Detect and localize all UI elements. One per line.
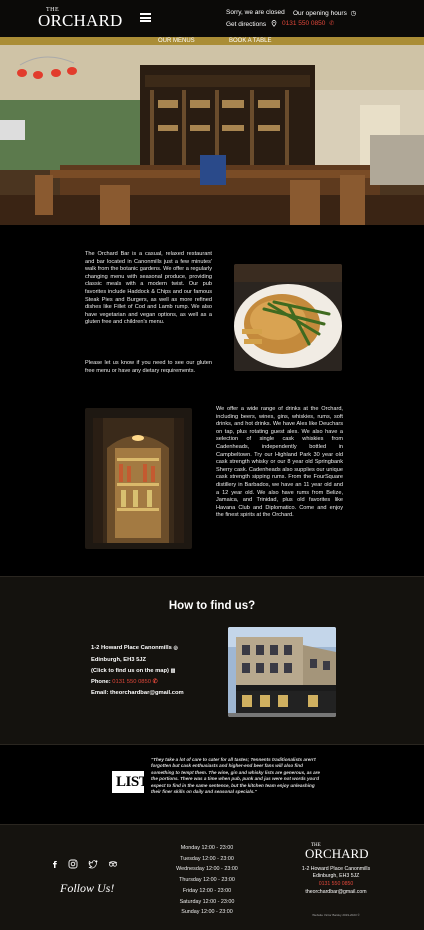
site-header: THE ORCHARD Sorry, we are closed Our ope… <box>0 0 424 37</box>
location-pin-icon <box>271 20 277 27</box>
header-phone-link[interactable]: 0131 550 0850 ✆ <box>282 20 334 27</box>
menu-icon[interactable] <box>140 13 151 22</box>
hours-monday: Monday 12:00 - 23:00 <box>180 845 234 851</box>
find-phone-row: Phone: 0131 550 0850 ✆ <box>91 679 157 685</box>
phone-label: Phone: <box>91 679 111 685</box>
clock-icon: ◷ <box>350 10 357 17</box>
instagram-icon[interactable] <box>68 859 78 869</box>
dietary-text: Please let us know if you need to see ou… <box>85 360 212 374</box>
review-quote: "They take a lot of care to cater for al… <box>151 757 320 795</box>
logo-orchard: ORCHARD <box>38 11 123 30</box>
the-list-logo: LIST <box>112 771 149 793</box>
find-phone-link[interactable]: 0131 550 0850 <box>112 679 151 685</box>
pie-photo <box>234 264 342 371</box>
hours-sunday: Sunday 12:00 - 23:00 <box>181 909 233 916</box>
footer-logo-orchard: ORCHARD <box>305 846 369 861</box>
about-section <box>0 225 424 576</box>
hours-saturday: Saturday 12:00 - 23:00 <box>179 898 235 905</box>
footer-email-link[interactable]: theorchardbar@gmail.com <box>290 889 382 897</box>
opening-hours-label: Our opening hours <box>293 10 347 17</box>
directions-label: Get directions <box>226 21 267 28</box>
location-pin-icon: ◎ <box>173 645 178 651</box>
tripadvisor-icon[interactable] <box>108 859 118 869</box>
copyright-text: Website Victor Barsky 2019-2023 © <box>312 913 360 917</box>
phone-icon: ✆ <box>152 679 158 685</box>
hours-wednesday: Wednesday 12:00 - 23:00 <box>176 866 238 873</box>
nav-bar: OUR MENUS BOOK A TABLE <box>0 37 424 45</box>
map-link-label: (Click to find us on the map) <box>91 668 169 674</box>
hours-thursday: Thursday 12:00 - 23:00 <box>179 877 235 884</box>
address-line-2: Edinburgh, EH3 5JZ <box>91 657 147 663</box>
map-icon: ▥ <box>170 668 176 674</box>
drinks-text: We offer a wide range of drinks at the O… <box>216 406 343 519</box>
opening-hours-link[interactable]: Our opening hours ◷ <box>293 9 356 17</box>
whisky-bar-photo <box>85 408 192 549</box>
follow-us-label: Follow Us! <box>60 881 115 895</box>
opening-hours-list: Monday 12:00 - 23:00 Tuesday 12:00 - 23:… <box>150 843 264 918</box>
nav-our-menus[interactable]: OUR MENUS <box>158 37 195 45</box>
find-us-title: How to find us? <box>168 600 256 612</box>
address-street: 1-2 Howard Place Canonmills <box>91 645 172 651</box>
closed-status: Sorry, we are closed <box>226 9 285 16</box>
find-email-link[interactable]: theorchardbar@gmail.com <box>110 690 184 696</box>
address-line-1: 1-2 Howard Place Canonmills ◎ <box>91 645 178 651</box>
hours-friday: Friday 12:00 - 23:00 <box>182 887 232 894</box>
get-directions-link[interactable]: Get directions <box>226 20 277 28</box>
map-link[interactable]: (Click to find us on the map) ▥ <box>91 668 175 674</box>
list-logo-text: LIST <box>116 774 149 790</box>
nav-book-table[interactable]: BOOK A TABLE <box>229 37 271 45</box>
phone-icon: ✆ <box>329 21 335 27</box>
footer-address-2: Edinburgh, EH3 5JZ <box>312 873 360 879</box>
hero-bar-photo <box>0 45 424 225</box>
footer-logo[interactable]: THE ORCHARD <box>305 843 373 863</box>
footer-phone-link[interactable]: 0131 550 0850 <box>290 881 382 889</box>
hours-tuesday: Tuesday 12:00 - 23:00 <box>180 855 234 862</box>
email-label: Email: <box>91 690 109 696</box>
twitter-icon[interactable] <box>88 859 98 869</box>
find-email-row: Email: theorchardbar@gmail.com <box>91 690 184 696</box>
facebook-icon[interactable] <box>50 859 60 869</box>
about-food-text: The Orchard Bar is a casual, relaxed res… <box>85 251 212 326</box>
building-photo <box>228 627 336 717</box>
orchard-logo[interactable]: THE ORCHARD <box>38 7 123 31</box>
header-phone-number: 0131 550 0850 <box>282 20 326 27</box>
